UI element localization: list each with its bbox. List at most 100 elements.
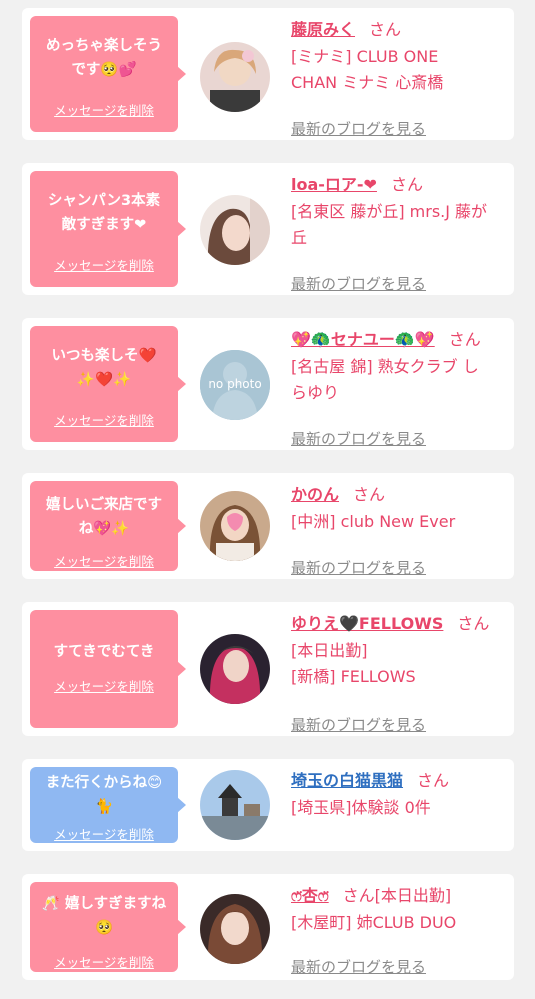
latest-blog-link[interactable]: 最新のブログを見る [291,273,426,294]
delete-message-link[interactable]: メッセージを削除 [30,551,178,570]
message-text: 🥂 嬉しすぎますね 🥺 [36,892,172,940]
message-text: シャンパン3本素 敵すぎます❤ [36,189,172,237]
message-line: ね💖✨ [78,521,130,537]
shop-info: [ミナミ] CLUB ONE CHAN ミナミ 心斎橋 [291,44,506,96]
avatar-photo [200,491,270,561]
honorific: さん [448,330,481,349]
message-text: いつも楽しそ❤️ ✨❤️✨ [36,344,172,392]
shop-line: [新橋] FELLOWS [291,667,416,686]
message-bubble: すてきでむてき メッセージを削除 [30,610,186,728]
review-card: また行くからね😊 🐈 メッセージを削除 埼玉の白猫黒猫 さん [埼玉県]体験談 0… [22,759,514,851]
message-bubble: いつも楽しそ❤️ ✨❤️✨ メッセージを削除 [30,326,186,442]
review-card: 嬉しいご来店です ね💖✨ メッセージを削除 かのん さん [中洲] club Ne… [22,473,514,579]
avatar[interactable] [200,894,270,964]
message-line: です🥺💕 [71,62,137,78]
user-name-link[interactable]: ෆ̈杏ෆ̈ [291,886,329,905]
avatar-photo [200,195,270,265]
shop-line: CHAN ミナミ 心斎橋 [291,73,444,92]
delete-message-link[interactable]: メッセージを削除 [30,100,178,119]
review-card: いつも楽しそ❤️ ✨❤️✨ メッセージを削除 no photo 💖🦚セナユー🦚💖… [22,318,514,450]
message-line: 🥺 [94,920,114,936]
shop-line: [本日出勤] [291,641,368,660]
message-line: いつも楽しそ❤️ [51,348,157,364]
review-list: めっちゃ楽しそう です🥺💕 メッセージを削除 藤原みく さん [ミナミ] CLUB… [0,0,535,999]
shop-info: [本日出勤] [新橋] FELLOWS [291,638,506,690]
user-name-link[interactable]: 埼玉の白猫黒猫 [291,771,403,790]
message-bubble: 🥂 嬉しすぎますね 🥺 メッセージを削除 [30,882,186,972]
avatar-photo [200,634,270,704]
message-line: すてきでむてき [53,644,155,660]
card-info: 藤原みく さん [ミナミ] CLUB ONE CHAN ミナミ 心斎橋 最新のブロ… [291,16,506,138]
honorific: さん [390,175,423,194]
shop-info: [名古屋 錦] 熟女クラブ し らゆり [291,354,506,406]
card-info: ෆ̈杏ෆ̈ さん[本日出勤] [木屋町] 姉CLUB DUO 最新のブログを見る [291,882,506,976]
shop-line: [木屋町] 姉CLUB DUO [291,913,457,932]
user-name-link[interactable]: 藤原みく [291,20,355,39]
no-photo-label: no photo [208,377,262,391]
avatar-photo [200,770,270,840]
message-line: 🐈 [94,799,114,815]
review-card: めっちゃ楽しそう です🥺💕 メッセージを削除 藤原みく さん [ミナミ] CLUB… [22,8,514,140]
shop-line: [名東区 藤が丘] mrs.J 藤が [291,202,488,221]
card-info: loa-ロア-❤ さん [名東区 藤が丘] mrs.J 藤が 丘 最新のブログを見… [291,171,506,293]
latest-blog-link[interactable]: 最新のブログを見る [291,118,426,139]
message-bubble: また行くからね😊 🐈 メッセージを削除 [30,767,186,843]
user-name-link[interactable]: 💖🦚セナユー🦚💖 [291,330,435,349]
honorific: さん[本日出勤] [342,886,452,905]
message-line: 嬉しいご来店です [46,497,162,513]
message-text: すてきでむてき [36,640,172,664]
delete-message-link[interactable]: メッセージを削除 [30,952,178,971]
shop-line: [ミナミ] CLUB ONE [291,47,439,66]
shop-info: [名東区 藤が丘] mrs.J 藤が 丘 [291,199,506,251]
delete-message-link[interactable]: メッセージを削除 [30,255,178,274]
latest-blog-link[interactable]: 最新のブログを見る [291,714,426,735]
avatar[interactable] [200,491,270,561]
avatar-photo [200,894,270,964]
message-bubble: めっちゃ楽しそう です🥺💕 メッセージを削除 [30,16,186,132]
honorific: さん [417,771,450,790]
delete-message-link[interactable]: メッセージを削除 [30,824,178,843]
message-line: めっちゃ楽しそう [46,38,162,54]
shop-line: 丘 [291,228,308,247]
review-card: すてきでむてき メッセージを削除 ゆりえ🖤FELLOWS さん [本日出勤] [新… [22,602,514,736]
shop-line: らゆり [291,383,340,402]
user-name-link[interactable]: かのん [291,485,339,504]
honorific: さん [369,20,402,39]
card-info: ゆりえ🖤FELLOWS さん [本日出勤] [新橋] FELLOWS 最新のブログ… [291,610,506,734]
shop-line: [名古屋 錦] 熟女クラブ し [291,357,479,376]
avatar[interactable]: no photo [200,350,270,420]
delete-message-link[interactable]: メッセージを削除 [30,676,178,695]
avatar[interactable] [200,195,270,265]
user-name-link[interactable]: ゆりえ🖤FELLOWS [291,614,443,633]
user-name-link[interactable]: loa-ロア-❤ [291,175,377,194]
shop-line: [中洲] club New Ever [291,512,456,531]
honorific: さん [353,485,386,504]
message-text: また行くからね😊 🐈 [36,771,172,819]
shop-info: [木屋町] 姉CLUB DUO [291,910,506,936]
review-card: 🥂 嬉しすぎますね 🥺 メッセージを削除 ෆ̈杏ෆ̈ さん[本日出勤] [木屋町]… [22,874,514,980]
message-line: ✨❤️✨ [76,372,132,388]
latest-blog-link[interactable]: 最新のブログを見る [291,956,426,977]
delete-message-link[interactable]: メッセージを削除 [30,410,178,429]
message-line: 敵すぎます❤ [61,217,147,233]
shop-info: [中洲] club New Ever [291,509,506,535]
message-line: また行くからね😊 [45,775,163,791]
review-card: シャンパン3本素 敵すぎます❤ メッセージを削除 loa-ロア-❤ さん [名東区… [22,163,514,295]
card-info: 💖🦚セナユー🦚💖 さん [名古屋 錦] 熟女クラブ し らゆり 最新のブログを見る [291,326,506,448]
shop-info: [埼玉県]体験談 0件 [291,795,506,821]
card-info: かのん さん [中洲] club New Ever 最新のブログを見る [291,481,506,577]
avatar[interactable] [200,634,270,704]
avatar-photo [200,42,270,112]
message-bubble: シャンパン3本素 敵すぎます❤ メッセージを削除 [30,171,186,287]
card-info: 埼玉の白猫黒猫 さん [埼玉県]体験談 0件 [291,767,506,843]
shop-line: [埼玉県]体験談 0件 [291,798,431,817]
avatar[interactable] [200,770,270,840]
message-line: 🥂 嬉しすぎますね [41,896,167,912]
latest-blog-link[interactable]: 最新のブログを見る [291,557,426,578]
message-line: シャンパン3本素 [47,193,161,209]
latest-blog-link[interactable]: 最新のブログを見る [291,428,426,449]
honorific: さん [457,614,490,633]
message-text: 嬉しいご来店です ね💖✨ [36,493,172,541]
message-text: めっちゃ楽しそう です🥺💕 [36,34,172,82]
avatar[interactable] [200,42,270,112]
